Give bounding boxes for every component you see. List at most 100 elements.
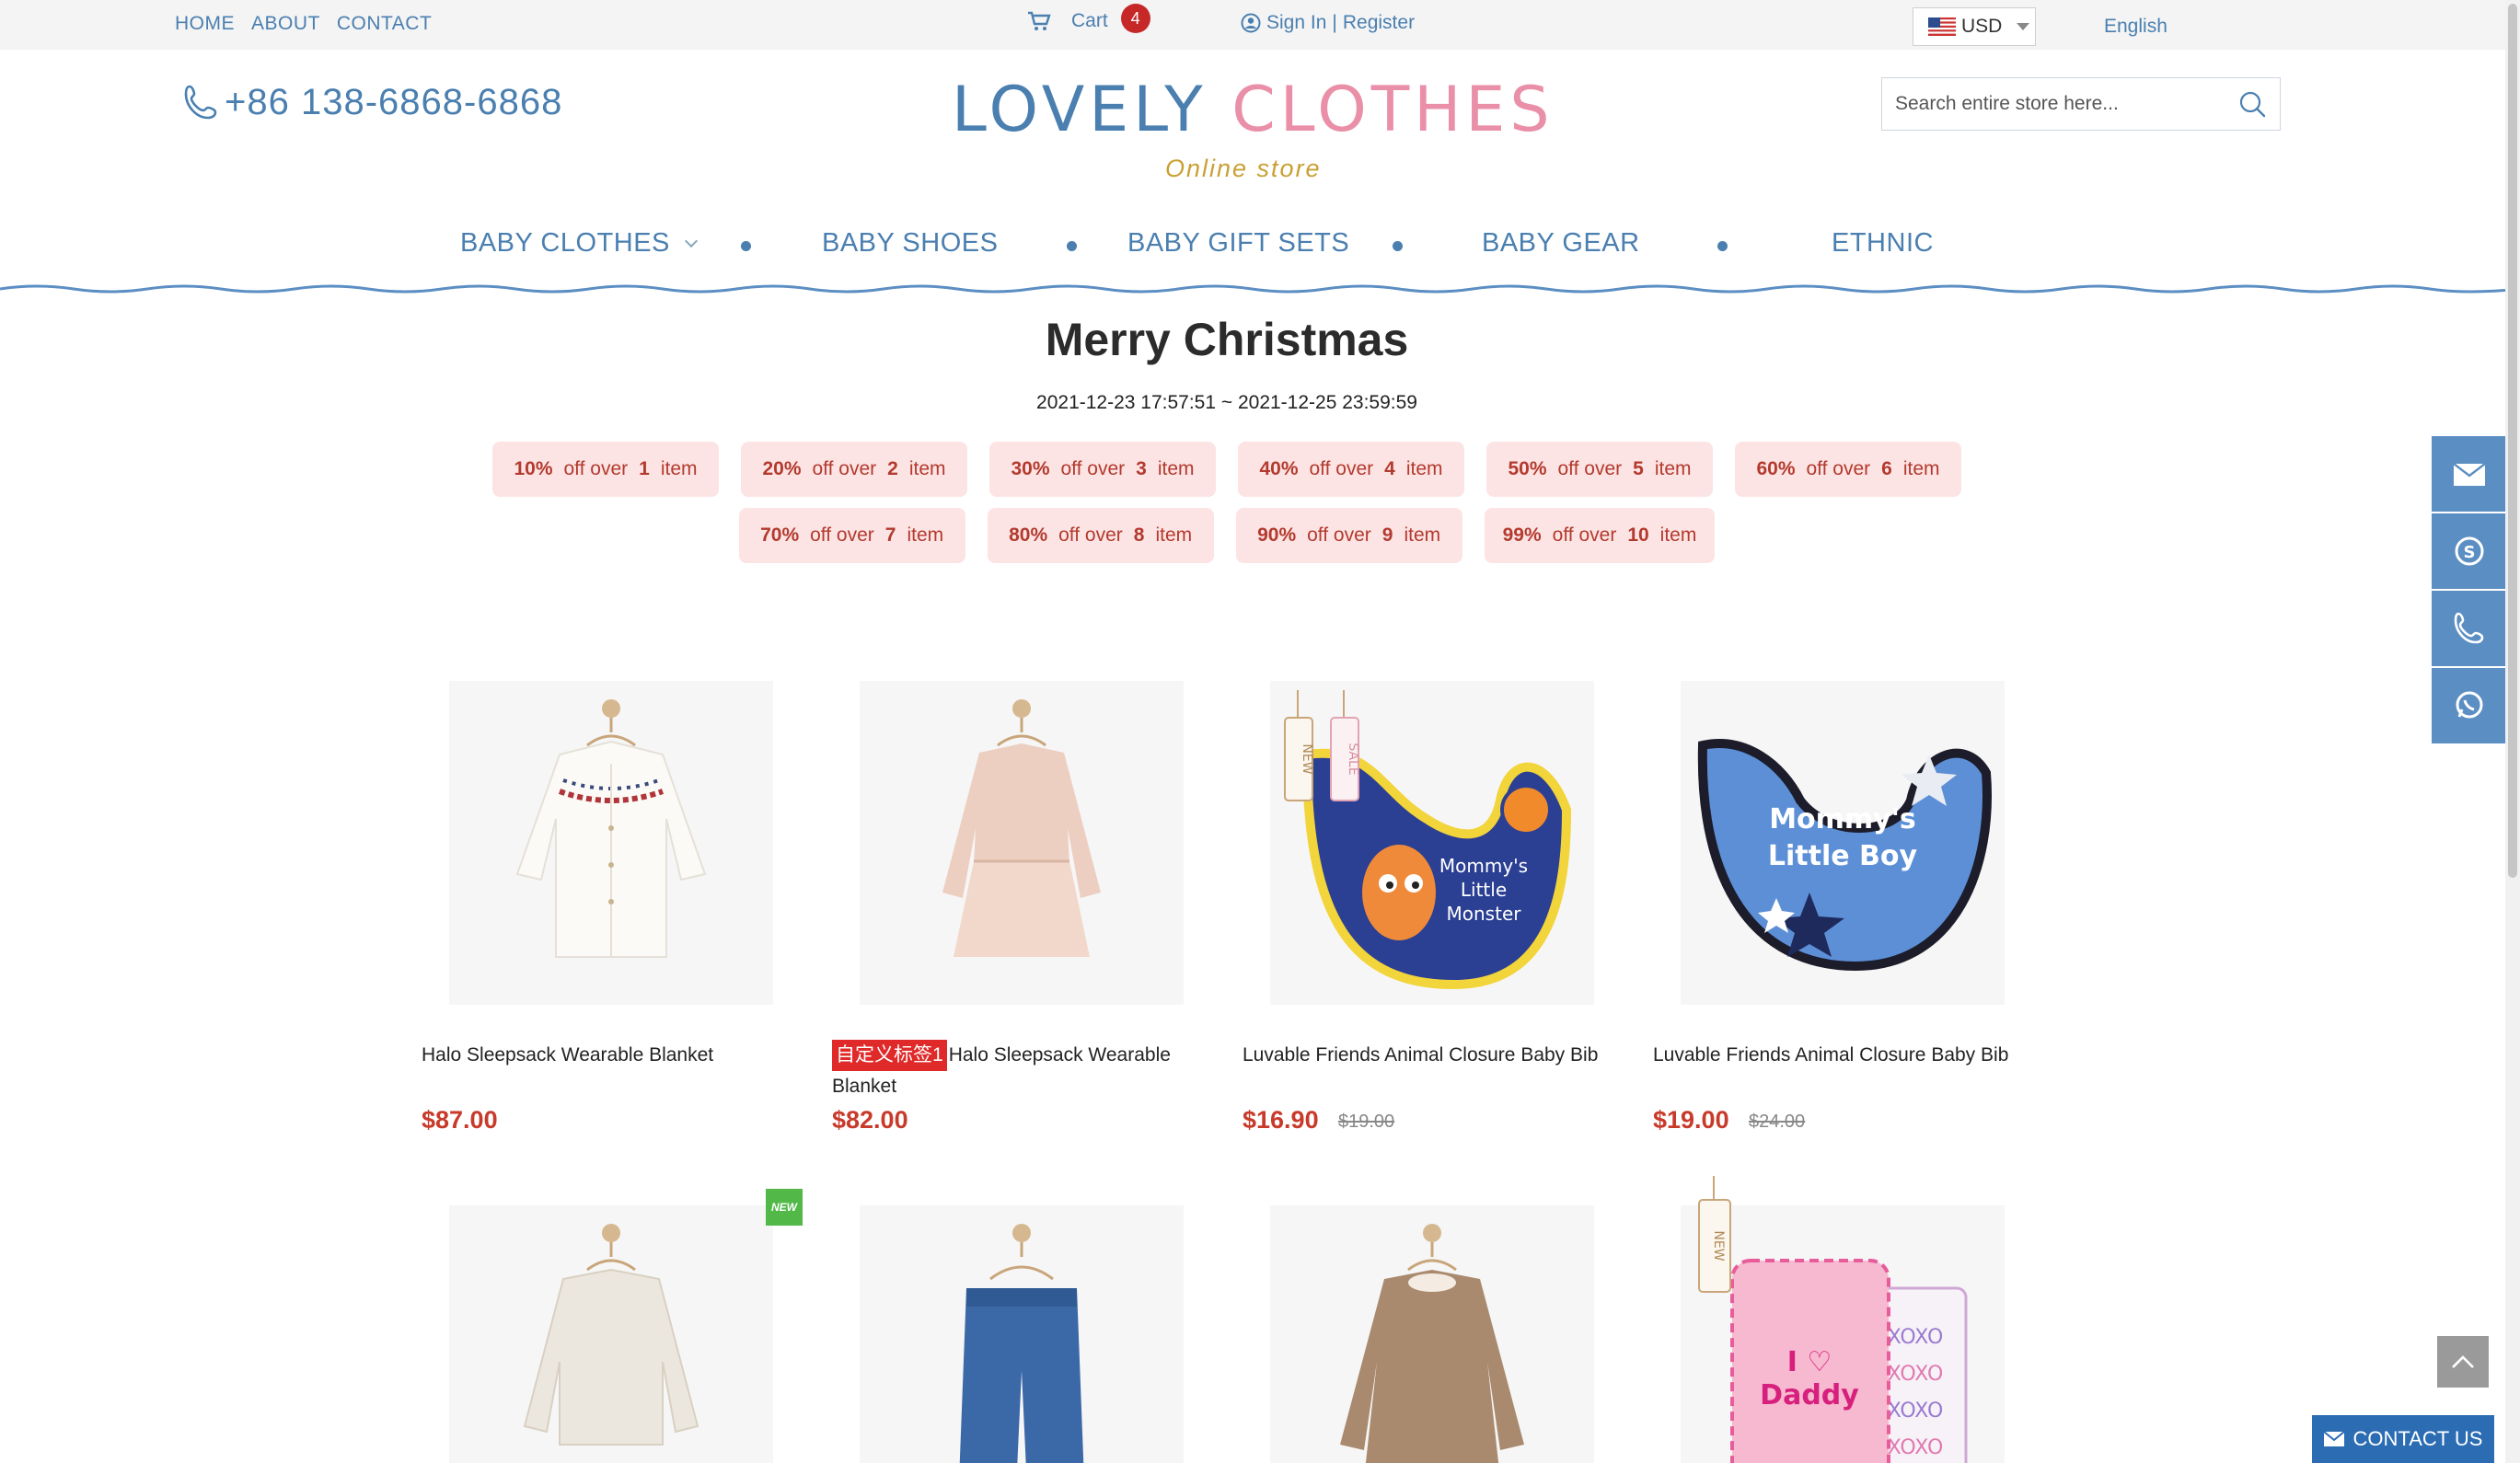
nav-wave-divider: [0, 284, 2520, 294]
new-hang-tag: NEW: [1711, 1230, 1726, 1261]
product-image[interactable]: Mommy's Little Boy: [1681, 681, 2005, 1005]
logo-tagline: Online store: [1165, 155, 1322, 182]
about-link[interactable]: ABOUT: [251, 13, 320, 35]
contact-us-label: CONTACT US: [2352, 1427, 2483, 1450]
product-price: $19.00: [1653, 1106, 1729, 1134]
home-link[interactable]: HOME: [175, 13, 235, 35]
bib-text-line: Mommy's: [1769, 803, 1916, 835]
svg-text:XOXO: XOXO: [1888, 1400, 1944, 1423]
discount-tier: 60% off over 6 item: [1735, 442, 1961, 497]
email-button[interactable]: [2432, 436, 2507, 512]
sign-in-link[interactable]: Sign In: [1266, 12, 1326, 34]
register-link[interactable]: Register: [1343, 12, 1415, 34]
discount-tier: 80% off over 8 item: [987, 508, 1214, 563]
top-bar: HOME ABOUT CONTACT Cart 4 Sign In | Regi…: [0, 0, 2520, 50]
discount-tier: 90% off over 9 item: [1235, 508, 1462, 563]
phone-icon: [184, 85, 217, 120]
product-name[interactable]: Luvable Friends Animal Closure Baby Bib: [1243, 1040, 1629, 1071]
jeans-image: [860, 1205, 1184, 1463]
nav-item-ethnic[interactable]: ETHNIC: [1832, 228, 1934, 259]
svg-text:XOXO: XOXO: [1888, 1363, 1944, 1386]
svg-text:XOXO: XOXO: [1888, 1436, 1944, 1459]
search-box: [1881, 77, 2281, 131]
envelope-icon: [2323, 1432, 2344, 1446]
top-links: HOME ABOUT CONTACT: [175, 13, 432, 35]
promo-title: Merry Christmas: [1045, 314, 1409, 365]
little-boy-bib-image: Mommy's Little Boy: [1681, 681, 2005, 1005]
svg-text:XOXO: XOXO: [1888, 1326, 1944, 1349]
product-price: $87.00: [422, 1106, 498, 1134]
us-flag-icon: [1928, 17, 1956, 36]
tier-row: 10% off over 1 item 20% off over 2 item 30% off…: [0, 442, 2454, 497]
discount-tier: 40% off over 4 item: [1238, 442, 1464, 497]
back-to-top-button[interactable]: [2437, 1336, 2489, 1388]
nav-item-baby-shoes[interactable]: BABY SHOES: [822, 228, 998, 259]
nav-item-baby-clothes[interactable]: BABY CLOTHES: [460, 228, 698, 259]
product-name[interactable]: 自定义标签1 Halo Sleepsack Wearable Blanket: [832, 1040, 1219, 1102]
currency-value: USD: [1961, 16, 2003, 37]
product-name[interactable]: Luvable Friends Animal Closure Baby Bib: [1653, 1040, 2040, 1071]
phone-button[interactable]: [2432, 591, 2507, 666]
product-image[interactable]: [860, 1205, 1184, 1463]
logo-word-clothes: CLOTHES: [1231, 74, 1555, 146]
chevron-down-icon: [684, 234, 698, 248]
discount-tier: 70% off over 7 item: [738, 508, 965, 563]
new-hang-tag-image: NEW: [1698, 1176, 1731, 1293]
bib-text-line: Little Boy: [1768, 840, 1918, 872]
discount-tiers: 10% off over 1 item 20% off over 2 item 30% off…: [0, 442, 2454, 574]
discount-tier: 30% off over 3 item: [989, 442, 1216, 497]
search-input[interactable]: [1882, 78, 2237, 130]
nav-divider-dot: [1067, 241, 1077, 251]
tier-row: 70% off over 7 item 80% off over 8 item 90% off…: [0, 508, 2454, 563]
account-links: Sign In | Register: [1241, 12, 1415, 34]
dress-image: [860, 681, 1184, 1005]
product-image[interactable]: [449, 681, 773, 1005]
discount-tier: 50% off over 5 item: [1486, 442, 1713, 497]
search-icon[interactable]: [2237, 89, 2267, 119]
cart-label: Cart: [1071, 10, 1108, 31]
email-icon: [2453, 463, 2486, 486]
nav-item-baby-gift-sets[interactable]: BABY GIFT SETS: [1127, 228, 1349, 259]
sale-hang-tag: SALE: [1346, 743, 1360, 775]
product-image[interactable]: [860, 681, 1184, 1005]
nav-divider-dot: [1393, 241, 1403, 251]
product-price: $16.90: [1243, 1106, 1319, 1134]
site-logo[interactable]: LOVELY CLOTHES: [952, 74, 1555, 146]
discount-tier: 20% off over 2 item: [741, 442, 967, 497]
product-old-price: $24.00: [1749, 1112, 1806, 1132]
new-hang-tag: NEW: [1300, 743, 1314, 774]
svg-text:S: S: [2464, 543, 2476, 562]
brown-dress-image: [1270, 1205, 1594, 1463]
chevron-up-icon: [2452, 1355, 2474, 1368]
bib-text-line: Little: [1461, 879, 1507, 901]
skype-button[interactable]: S: [2432, 513, 2507, 589]
discount-tier: 99% off over 10 item: [1484, 508, 1716, 563]
product-name[interactable]: Halo Sleepsack Wearable Blanket: [422, 1040, 808, 1071]
account-separator: |: [1332, 12, 1337, 33]
product-image[interactable]: [1270, 1205, 1594, 1463]
scrollbar-thumb[interactable]: [2508, 4, 2517, 878]
contact-us-button[interactable]: CONTACT US: [2312, 1415, 2494, 1463]
nav-divider-dot: [741, 241, 751, 251]
cart-button[interactable]: Cart 4: [1027, 4, 1150, 33]
product-image[interactable]: [449, 1205, 773, 1463]
bib-text-line: Daddy: [1760, 1379, 1859, 1411]
bib-text-line: Mommy's: [1439, 855, 1528, 877]
language-select[interactable]: English: [2104, 16, 2167, 38]
bib-text-line: I ♡: [1787, 1346, 1832, 1378]
cart-count-badge: 4: [1120, 4, 1150, 33]
phone-number: +86 138-6868-6868: [225, 81, 563, 122]
skype-icon: S: [2455, 536, 2484, 566]
sweater-image: [449, 1205, 773, 1463]
monster-bib-image: Mommy's Little Monster NEW SALE: [1270, 681, 1594, 1005]
currency-select[interactable]: USD: [1913, 7, 2036, 46]
custom-tag-badge: 自定义标签1: [832, 1040, 947, 1071]
product-image[interactable]: Mommy's Little Monster NEW SALE: [1270, 681, 1594, 1005]
contact-link[interactable]: CONTACT: [337, 13, 432, 35]
page-scrollbar[interactable]: [2505, 0, 2520, 1463]
promo-dates: 2021-12-23 17:57:51 ~ 2021-12-25 23:59:5…: [1036, 392, 1417, 413]
product-price: $82.00: [832, 1106, 908, 1134]
whatsapp-button[interactable]: [2432, 668, 2507, 743]
bib-text-line: Monster: [1447, 903, 1522, 925]
nav-item-baby-gear[interactable]: BABY GEAR: [1482, 228, 1640, 259]
